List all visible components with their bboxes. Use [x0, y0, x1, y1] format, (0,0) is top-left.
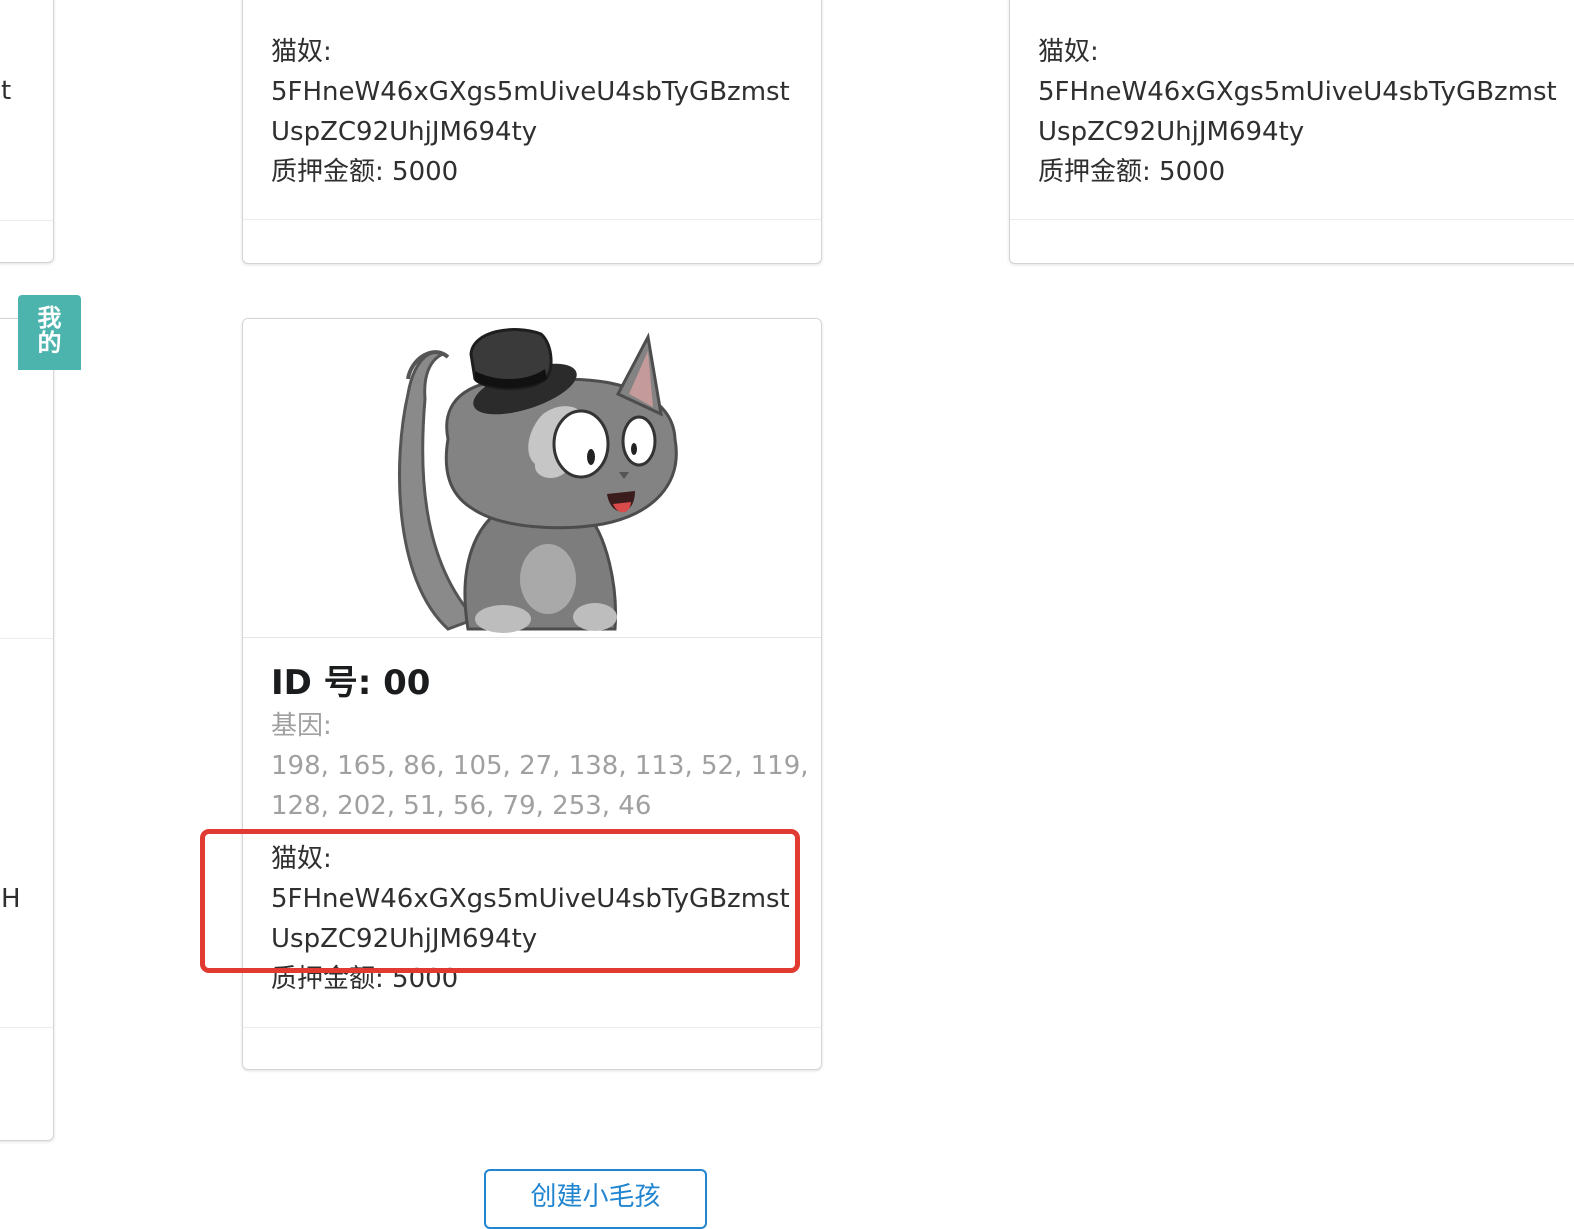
genes-values: 198, 165, 86, 105, 27, 138, 113, 52, 119… — [271, 751, 809, 781]
genes-values-cont: 128, 202, 51, 56, 79, 253, 46 — [271, 791, 652, 821]
kitty-card-left-partial: t — [0, 0, 54, 263]
card-divider — [0, 638, 53, 639]
cat-illustration — [397, 328, 678, 633]
card-divider — [243, 1027, 821, 1028]
kitty-title: ID 号: 00 — [271, 663, 431, 703]
create-kitty-button[interactable]: 创建小毛孩 — [484, 1169, 707, 1229]
card-divider — [0, 220, 53, 221]
highlight-box — [200, 829, 800, 973]
owner-address: 5FHneW46xGXgs5mUiveU4sbTyGBzmst — [271, 77, 790, 107]
create-kitty-button-label: 创建小毛孩 — [530, 1182, 661, 1212]
owner-address: 5FHneW46xGXgs5mUiveU4sbTyGBzmst — [1038, 77, 1557, 107]
owner-address-cont: UspZC92UhjJM694ty — [1038, 117, 1305, 147]
kitty-card-left-partial-2: H — [0, 318, 54, 1141]
genes-values: 89, 244, 128, 75, 93, 60, 181 — [271, 0, 651, 9]
card-divider — [1010, 219, 1574, 220]
genes-label: 基因: — [271, 711, 332, 741]
stake-amount: 质押金额: 5000 — [271, 157, 459, 187]
card-divider — [243, 219, 821, 220]
partial-text: H — [1, 884, 21, 914]
kitty-image — [243, 319, 821, 638]
my-kitties-tab[interactable]: 我 的 — [18, 295, 81, 370]
owner-label: 猫奴: — [1038, 37, 1099, 67]
owner-address-cont: UspZC92UhjJM694ty — [271, 117, 538, 147]
card-divider — [0, 1027, 53, 1028]
genes-values: 177, 131, 176, 57, 68, 124, 117 — [1038, 0, 1451, 9]
stake-amount: 质押金额: 5000 — [1038, 157, 1226, 187]
kitty-card-top-left: 89, 244, 128, 75, 93, 60, 181 猫奴: 5FHneW… — [242, 0, 822, 264]
partial-text: t — [1, 76, 12, 106]
owner-label: 猫奴: — [271, 37, 332, 67]
tab-label-line2: 的 — [37, 329, 62, 357]
tab-label-line1: 我 — [37, 304, 62, 332]
kitty-card-top-right: 177, 131, 176, 57, 68, 124, 117 猫奴: 5FHn… — [1009, 0, 1574, 264]
